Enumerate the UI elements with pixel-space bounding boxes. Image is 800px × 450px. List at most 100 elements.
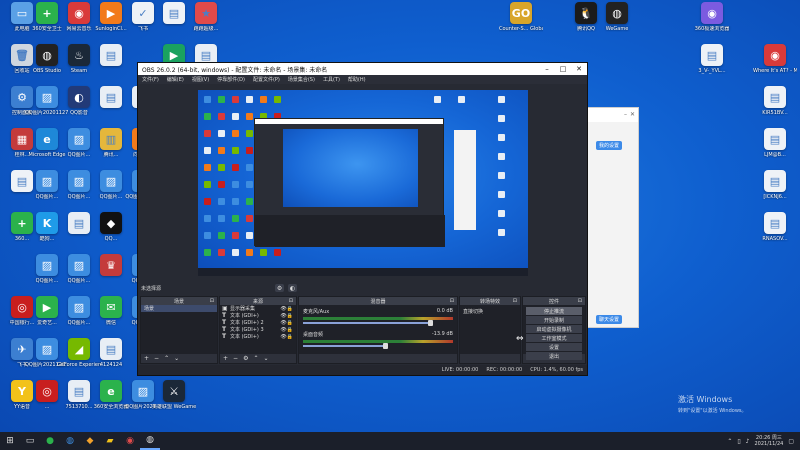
gear-icon[interactable]: ⚙ (275, 284, 285, 292)
desktop-icon[interactable]: ◉ 360极速浏览器 (690, 2, 734, 46)
preview-icon (498, 172, 505, 179)
source-item[interactable]: ▣ 显示器采集 👁🔒 (220, 305, 296, 312)
source-name: 显示器采集 (230, 306, 256, 312)
close-icon[interactable]: ✕ (630, 111, 635, 122)
menu-item[interactable]: 停靠部件(D) (217, 76, 245, 83)
desktop-icon[interactable]: ▤ LJM@B... (753, 128, 797, 172)
add-icon[interactable]: + (223, 355, 228, 362)
browser-taskbar-icon[interactable]: ◍ (60, 432, 80, 450)
menu-item[interactable]: 文件(F) (142, 76, 159, 83)
chat-send-button[interactable]: 聊天设置 (596, 315, 622, 324)
menu-item[interactable]: 帮助(H) (348, 76, 366, 83)
app-icon: ▤ (68, 212, 90, 234)
volume-icon[interactable]: ♪ (746, 438, 750, 445)
desktop-icon[interactable]: ▤ 4124124 (89, 338, 133, 382)
desktop-icon[interactable]: GO Counter-S... Global Off... (499, 2, 543, 46)
control-button[interactable]: 退出 (526, 352, 582, 360)
preview-icon (232, 232, 239, 239)
desktop-icon[interactable]: ◉ Where It's AT? - Mid... (753, 44, 797, 88)
preview-icon (260, 249, 267, 256)
preview-icon (246, 164, 253, 171)
visibility-icon[interactable]: 👁🔒 (280, 334, 293, 340)
chevron-up-icon[interactable]: ⌃ (727, 438, 732, 445)
network-icon[interactable]: ▯ (737, 438, 740, 445)
undock-icon[interactable]: ⊡ (210, 298, 214, 304)
minimize-icon[interactable]: – (624, 111, 627, 122)
controls-list: 停止推流 开始录制 启动虚拟摄像机 工作室模式 设置 退出 (523, 305, 585, 360)
undock-icon[interactable]: ⊡ (289, 298, 293, 304)
wechat-taskbar-icon[interactable]: ● (40, 432, 60, 450)
control-button[interactable]: 设置 (526, 343, 582, 351)
scene-item[interactable]: 场景 (141, 305, 217, 312)
settings-icon[interactable]: ⚙ (243, 355, 248, 362)
chat-window[interactable]: – ✕ 我的设置 聊天设置 (587, 107, 639, 328)
source-item[interactable]: T 文本 (GDI+) 3 👁🔒 (220, 326, 296, 333)
menu-item[interactable]: 视图(V) (192, 76, 209, 83)
app-icon: ▤ (100, 44, 122, 66)
control-button[interactable]: 启动虚拟摄像机 (526, 325, 582, 333)
desktop-icon[interactable]: ▤ 3_V-_YVL... (690, 44, 734, 88)
visibility-icon[interactable]: 👁🔒 (280, 320, 293, 326)
desktop-icon[interactable]: ⚔ 英雄联盟 WeGame版 (152, 380, 196, 424)
obs-taskbar-icon[interactable]: ◍ (140, 432, 160, 450)
menu-item[interactable]: 工具(T) (323, 76, 340, 83)
app-icon: ▨ (36, 86, 58, 108)
down-icon[interactable]: ⌄ (263, 355, 268, 362)
up-icon[interactable]: ⌃ (164, 355, 169, 362)
app-icon: ▤ (764, 86, 786, 108)
up-icon[interactable]: ⌃ (253, 355, 258, 362)
visibility-icon[interactable]: 👁🔒 (280, 306, 293, 312)
clock[interactable]: 20:26 周三 2021/11/24 (755, 435, 784, 447)
add-icon[interactable]: + (144, 355, 149, 362)
maximize-icon[interactable]: □ (555, 65, 571, 73)
source-item[interactable]: T 文本 (GDI+) 👁🔒 (220, 333, 296, 340)
minimize-icon[interactable]: – (539, 65, 555, 73)
transition-select[interactable]: 直接切换 (460, 308, 520, 315)
desktop-icon[interactable]: ▤ (89, 44, 133, 88)
menu-item[interactable]: 编辑(E) (167, 76, 184, 83)
obs-window[interactable]: OBS 26.0.2 (64-bit, windows) - 配置文件: 未命名… (137, 62, 588, 376)
menu-item[interactable]: 配置文件(P) (253, 76, 280, 83)
obs-preview[interactable] (198, 90, 528, 276)
remove-icon[interactable]: − (233, 355, 238, 362)
desktop-icon[interactable]: ▤ RNASOV... (753, 212, 797, 256)
chat-settings-button[interactable]: 我的设置 (596, 141, 622, 150)
notification-icon[interactable]: ▢ (788, 438, 794, 445)
volume-slider[interactable] (303, 320, 433, 326)
desktop-icon-label: 英雄联盟 WeGame版 (152, 404, 196, 410)
folder-taskbar-icon[interactable]: ▰ (100, 432, 120, 450)
visibility-icon[interactable]: 👁🔒 (280, 313, 293, 319)
desktop-icon[interactable]: ◍ WeGame (595, 2, 639, 46)
menu-item[interactable]: 场景集合(S) (288, 76, 315, 83)
desktop-icon[interactable]: ◆ QQ... (89, 212, 133, 256)
app-taskbar-icon[interactable]: ◆ (80, 432, 100, 450)
desktop-icon[interactable]: ▤ KIR51BV... (753, 86, 797, 130)
sources-list[interactable]: ▣ 显示器采集 👁🔒 T 文本 (GDI+) 👁🔒 T 文本 (GDI+) 2 👁🔒 T 文本 (G… (220, 305, 296, 354)
undock-icon[interactable]: ⊡ (513, 298, 517, 304)
scenes-list[interactable]: 场景 (141, 305, 217, 354)
undock-icon[interactable]: ⊡ (450, 298, 454, 304)
control-button[interactable]: 开始录制 (526, 316, 582, 324)
close-icon[interactable]: ✕ (571, 65, 587, 73)
desktop-icon[interactable]: ▤ [ICKNJ6... (753, 170, 797, 214)
text-icon: T (222, 333, 227, 340)
source-name: 文本 (GDI+) 3 (230, 327, 264, 333)
preview-icon (204, 164, 211, 171)
task-view-icon[interactable]: ▭ (20, 432, 40, 450)
control-button[interactable]: 停止推流 (526, 307, 582, 315)
desktop-icon-label: Where It's AT? - Mid... (753, 68, 797, 74)
chrome-taskbar-icon[interactable]: ◉ (120, 432, 140, 450)
visibility-icon[interactable]: 👁🔒 (280, 327, 293, 333)
remove-icon[interactable]: − (154, 355, 159, 362)
desktop-icon[interactable]: ★ 跑跑超级... (184, 2, 228, 46)
control-button[interactable]: 工作室模式 (526, 334, 582, 342)
filter-icon[interactable]: ◐ (288, 284, 298, 292)
start-icon[interactable]: ⊞ (0, 432, 20, 450)
undock-icon[interactable]: ⊡ (578, 298, 582, 304)
app-icon: ▤ (764, 128, 786, 150)
source-item[interactable]: T 文本 (GDI+) 2 👁🔒 (220, 319, 296, 326)
sources-title: 来源 (252, 298, 263, 305)
down-icon[interactable]: ⌄ (174, 355, 179, 362)
source-item[interactable]: T 文本 (GDI+) 👁🔒 (220, 312, 296, 319)
volume-slider[interactable] (303, 343, 388, 349)
